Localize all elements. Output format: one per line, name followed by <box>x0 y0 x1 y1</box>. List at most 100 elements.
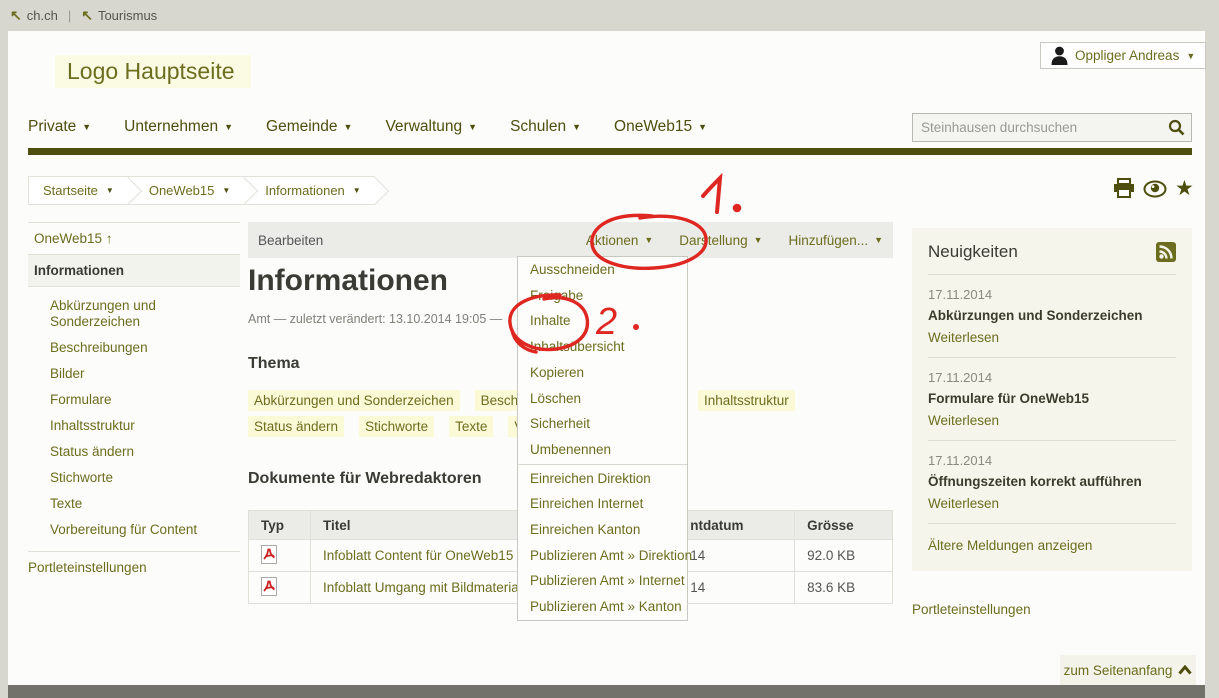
breadcrumb-informationen[interactable]: Informationen▼ <box>244 176 374 205</box>
arrow-up-icon: ↑ <box>106 231 113 246</box>
sidebar-portleteinstellungen-link[interactable]: Portleteinstellungen <box>28 552 240 583</box>
nav-item-schulen[interactable]: Schulen▼ <box>510 118 581 136</box>
sidebar-item-stichworte[interactable]: Stichworte <box>50 465 240 491</box>
top-link-tourismus[interactable]: ↖ Tourismus <box>81 7 157 24</box>
news-item-title[interactable]: Abkürzungen und Sonderzeichen <box>928 308 1176 323</box>
sidebar-item-beschreibungen[interactable]: Beschreibungen <box>50 335 240 361</box>
user-name: Oppliger Andreas <box>1075 48 1179 63</box>
news-item-title[interactable]: Öffnungszeiten korrekt aufführen <box>928 474 1176 489</box>
sidebar-sublist: Abkürzungen und Sonderzeichen Beschreibu… <box>28 287 240 552</box>
main-nav: Private▼ Unternehmen▼ Gemeinde▼ Verwaltu… <box>28 118 707 136</box>
older-news-link[interactable]: Ältere Meldungen anzeigen <box>928 536 1176 559</box>
divider: | <box>68 8 71 23</box>
breadcrumb-startseite[interactable]: Startseite ▼ <box>28 176 128 205</box>
print-icon[interactable] <box>1113 178 1135 199</box>
weiterlesen-link[interactable]: Weiterlesen <box>928 413 1176 428</box>
toolbar-edit-tab[interactable]: Bearbeiten <box>258 233 323 248</box>
chevron-down-icon: ▼ <box>874 235 883 245</box>
tag-texte[interactable]: Texte <box>449 416 493 437</box>
top-link-chch[interactable]: ↖ ch.ch <box>10 7 58 24</box>
menu-item-inhalte[interactable]: Inhalte <box>518 308 687 334</box>
menu-item-ausschneiden[interactable]: Ausschneiden <box>518 257 687 283</box>
menu-item-publizieren-kanton[interactable]: Publizieren Amt » Kanton <box>518 594 687 620</box>
news-item-title[interactable]: Formulare für OneWeb15 <box>928 391 1176 406</box>
to-top-label: zum Seitenanfang <box>1064 663 1173 678</box>
nav-item-verwaltung[interactable]: Verwaltung ▼ <box>385 118 477 136</box>
user-icon <box>1051 46 1068 65</box>
menu-item-freigabe[interactable]: Freigabe <box>518 283 687 309</box>
chevron-down-icon: ▼ <box>754 235 763 245</box>
sidebar-item-texte[interactable]: Texte <box>50 491 240 517</box>
menu-item-sicherheit[interactable]: Sicherheit <box>518 411 687 437</box>
sidebar-parent-label: OneWeb15 <box>34 231 102 246</box>
rss-icon[interactable] <box>1156 242 1176 262</box>
nav-label: Verwaltung <box>385 118 462 136</box>
sidebar-item-informationen-current[interactable]: Informationen <box>28 255 240 287</box>
toolbar-menu-hinzufuegen[interactable]: Hinzufügen... ▼ <box>789 233 883 248</box>
tag-inhaltsstruktur[interactable]: Inhaltsstruktur <box>698 390 795 411</box>
portleteinstellungen-link-right[interactable]: Portleteinstellungen <box>912 602 1031 617</box>
search-input[interactable] <box>913 120 1161 135</box>
sidebar-item-bilder[interactable]: Bilder <box>50 361 240 387</box>
search-button[interactable] <box>1161 114 1191 141</box>
menu-divider <box>518 464 687 465</box>
nav-item-gemeinde[interactable]: Gemeinde ▼ <box>266 118 352 136</box>
breadcrumb-oneweb15[interactable]: OneWeb15▼ <box>128 176 244 205</box>
document-size: 92.0 KB <box>795 540 893 572</box>
to-top-button[interactable]: zum Seitenanfang <box>1060 655 1196 685</box>
nav-label: Private <box>28 118 76 136</box>
nav-item-unternehmen[interactable]: Unternehmen▼ <box>124 118 233 136</box>
sidebar-item-inhaltsstruktur[interactable]: Inhaltsstruktur <box>50 413 240 439</box>
site-logo[interactable]: Logo Hauptseite <box>55 55 251 88</box>
tag-row-1: Abkürzungen und Sonderzeichen Beschrei I… <box>248 390 539 411</box>
menu-item-publizieren-internet[interactable]: Publizieren Amt » Internet <box>518 568 687 594</box>
menu-item-publizieren-direktion[interactable]: Publizieren Amt » Direktion <box>518 543 687 569</box>
pdf-file-icon[interactable] <box>261 577 277 596</box>
sidebar-item-formulare[interactable]: Formulare <box>50 387 240 413</box>
chevron-down-icon: ▼ <box>1186 51 1195 61</box>
sidebar-item-status-aendern[interactable]: Status ändern <box>50 439 240 465</box>
document-actions: ★ <box>1113 178 1194 199</box>
menu-label: Hinzufügen... <box>789 233 869 248</box>
divider <box>928 357 1176 358</box>
nav-item-private[interactable]: Private▼ <box>28 118 91 136</box>
toolbar-menu-aktionen[interactable]: Aktionen▼ <box>586 233 653 248</box>
arrow-up-left-icon: ↖ <box>81 7 93 24</box>
top-bar: ↖ ch.ch | ↖ Tourismus <box>0 0 1219 31</box>
tag-stichworte[interactable]: Stichworte <box>359 416 434 437</box>
menu-label: Aktionen <box>586 233 639 248</box>
sidebar-item-oneweb15-up[interactable]: OneWeb15 ↑ <box>28 222 240 255</box>
chevron-down-icon: ▼ <box>344 122 353 132</box>
toolbar-menu-darstellung[interactable]: Darstellung▼ <box>679 233 762 248</box>
menu-item-einreichen-kanton[interactable]: Einreichen Kanton <box>518 517 687 543</box>
sidebar-item-abkuerzungen[interactable]: Abkürzungen und Sonderzeichen <box>50 293 200 335</box>
menu-item-einreichen-internet[interactable]: Einreichen Internet <box>518 491 687 517</box>
tag-status-aendern[interactable]: Status ändern <box>248 416 344 437</box>
star-icon[interactable]: ★ <box>1175 178 1194 199</box>
chevron-down-icon: ▼ <box>468 122 477 132</box>
divider <box>928 523 1176 524</box>
chevron-up-icon <box>1178 665 1192 675</box>
menu-item-loeschen[interactable]: Löschen <box>518 386 687 412</box>
news-title: Neuigkeiten <box>928 242 1018 262</box>
eye-icon[interactable] <box>1143 180 1167 198</box>
news-date: 17.11.2014 <box>928 453 1176 468</box>
weiterlesen-link[interactable]: Weiterlesen <box>928 496 1176 511</box>
breadcrumb: Startseite ▼ OneWeb15▼ Informationen▼ <box>28 176 375 205</box>
nav-item-oneweb15[interactable]: OneWeb15▼ <box>614 118 707 136</box>
user-menu[interactable]: Oppliger Andreas ▼ <box>1040 42 1206 69</box>
pdf-file-icon[interactable] <box>261 545 277 564</box>
breadcrumb-label: Startseite <box>43 183 98 198</box>
menu-item-kopieren[interactable]: Kopieren <box>518 360 687 386</box>
menu-item-inhaltsuebersicht[interactable]: Inhaltsübersicht <box>518 334 687 360</box>
tag-abkuerzungen[interactable]: Abkürzungen und Sonderzeichen <box>248 390 460 411</box>
menu-item-umbenennen[interactable]: Umbenennen <box>518 437 687 463</box>
chevron-down-icon: ▼ <box>106 186 114 195</box>
news-portlet: Neuigkeiten 17.11.2014 Abkürzungen und S… <box>912 228 1192 571</box>
nav-label: Gemeinde <box>266 118 338 136</box>
breadcrumb-label: Informationen <box>265 183 345 198</box>
menu-item-einreichen-direktion[interactable]: Einreichen Direktion <box>518 466 687 492</box>
weiterlesen-link[interactable]: Weiterlesen <box>928 330 1176 345</box>
divider <box>928 274 1176 275</box>
sidebar-item-vorbereitung[interactable]: Vorbereitung für Content <box>50 517 240 543</box>
